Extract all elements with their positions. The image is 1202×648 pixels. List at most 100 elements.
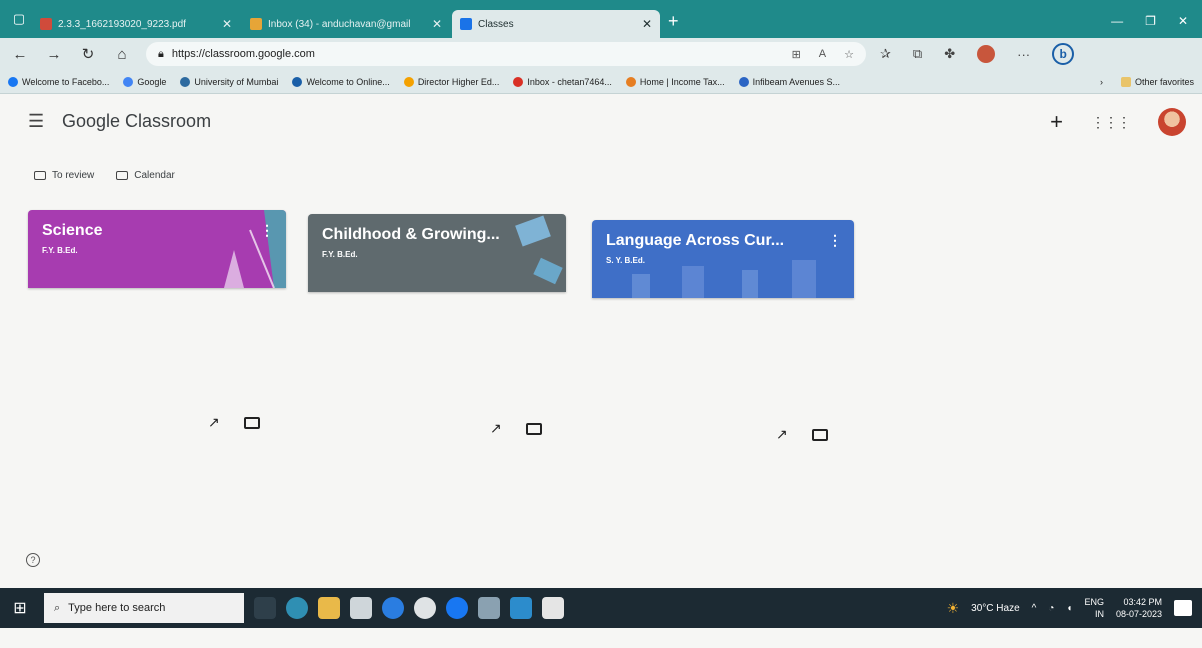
collections-icon[interactable]: ⧉ [913,46,922,62]
volume-icon[interactable]: ◖ [1066,603,1072,614]
toolbar-icons: ✰ ⧉ ✤ ··· b [880,43,1075,65]
favorites-icon[interactable]: ✰ [880,46,891,62]
tab-gmail[interactable]: Inbox (34) - anduchavan@gmail ✕ [242,10,450,38]
favorite-infibeam[interactable]: Infibeam Avenues S... [738,76,840,87]
address-bar[interactable]: 🔒︎ https://classroom.google.com ⊞ A ☆ [146,42,866,66]
home-icon[interactable]: ⌂ [112,46,132,63]
favorite-director[interactable]: Director Higher Ed... [403,76,499,87]
favorite-inbox[interactable]: Inbox - chetan7464... [513,76,612,87]
facebook-icon [8,76,18,87]
taskbar: ⊞ ⌕ Type here to search ☀ 30°C Haze ^ ◔ … [0,588,1202,628]
language-indicator[interactable]: ENG IN [1084,596,1104,620]
close-icon[interactable]: ✕ [432,17,442,31]
favorite-label: University of Mumbai [194,76,279,87]
class-title: Science [42,222,103,239]
classroom-icon [460,18,472,30]
task-view-icon[interactable] [254,597,276,619]
card-footer: ↗ [776,426,828,443]
class-card-childhood[interactable]: Childhood & Growing... F.Y. B.Ed. [308,214,566,292]
window-controls: — ❐ ✕ [1111,14,1202,28]
add-class-button[interactable]: + [1050,109,1063,135]
menu-icon[interactable]: ☰ [28,111,52,132]
windows-start-icon[interactable]: ⊞ [6,594,34,622]
app-icon[interactable] [478,597,500,619]
classroom-subnav: To review Calendar [34,170,175,181]
close-icon[interactable]: ✕ [642,17,652,31]
app-install-icon[interactable]: ⊞ [792,48,801,61]
class-section: F.Y. B.Ed. [322,250,358,259]
close-icon[interactable]: ✕ [222,17,232,31]
minimize-icon[interactable]: — [1111,14,1123,28]
media-player-icon[interactable] [382,597,404,619]
favorite-label: Welcome to Facebo... [22,76,110,87]
network-icon[interactable]: ◔ [1048,603,1054,614]
favorite-mumbai[interactable]: University of Mumbai [180,76,279,87]
tab-pdf[interactable]: 2.3.3_1662193020_9223.pdf ✕ [32,10,240,38]
star-icon[interactable]: ☆ [844,48,854,61]
folder-icon[interactable] [243,416,260,429]
more-icon[interactable]: ··· [1017,47,1030,62]
other-favorites[interactable]: Other favorites [1120,76,1194,87]
tab-actions-icon[interactable]: ▢ [6,6,32,32]
photos-icon[interactable] [510,597,532,619]
calendar-link[interactable]: Calendar [116,170,175,181]
read-aloud-icon[interactable]: A [819,48,826,61]
favorite-facebook[interactable]: Welcome to Facebo... [8,76,110,87]
chevron-up-icon[interactable]: ^ [1032,603,1037,614]
gmail-icon[interactable] [542,597,564,619]
profile-icon[interactable] [977,45,996,63]
favorites-bar: Welcome to Facebo... Google University o… [0,70,1202,94]
class-card-language[interactable]: Language Across Cur... S. Y. B.Ed. ⋮ [592,220,854,298]
calendar-icon [116,171,129,180]
notifications-icon[interactable] [1174,600,1192,616]
extensions-icon[interactable]: ✤ [944,46,955,62]
taskbar-search[interactable]: ⌕ Type here to search [44,593,244,623]
file-explorer-icon[interactable] [318,597,340,619]
lock-icon: 🔒︎ [158,47,164,60]
site-icon [738,76,749,87]
weather-text[interactable]: 30°C Haze [971,603,1019,614]
trending-icon[interactable]: ↗ [776,426,788,443]
other-favorites-label: Other favorites [1134,76,1194,87]
refresh-icon[interactable]: ↻ [78,45,98,63]
bing-icon[interactable]: b [1052,43,1075,65]
tab-title: 2.3.3_1662193020_9223.pdf [58,18,186,30]
address-row: ← → ↻ ⌂ 🔒︎ https://classroom.google.com … [0,38,1202,70]
forward-icon[interactable]: → [44,46,64,63]
more-vert-icon[interactable]: ⋮ [260,222,274,239]
folder-icon[interactable] [811,428,828,441]
favorite-label: Welcome to Online... [306,76,390,87]
back-icon[interactable]: ← [10,46,30,63]
google-icon [123,76,134,87]
chrome-icon[interactable] [414,597,436,619]
favorite-online[interactable]: Welcome to Online... [292,76,390,87]
class-title: Childhood & Growing... [322,226,500,243]
favorite-label: Home | Income Tax... [639,76,725,87]
classroom-header: ☰ Google Classroom + ⋮⋮⋮ [0,96,1202,146]
store-icon[interactable] [350,597,372,619]
new-tab-button[interactable]: + [668,11,679,32]
close-window-icon[interactable]: ✕ [1178,14,1188,28]
folder-icon[interactable] [525,422,542,435]
facebook-icon[interactable] [446,597,468,619]
to-review-link[interactable]: To review [34,170,94,181]
search-placeholder: Type here to search [68,602,166,614]
class-card-science[interactable]: Science F.Y. B.Ed. ⋮ [28,210,286,288]
gmail-icon [250,18,262,30]
clock[interactable]: 03:42 PM 08-07-2023 [1116,596,1162,620]
more-vert-icon[interactable]: ⋮ [828,232,842,249]
favorite-incometax[interactable]: Home | Income Tax... [625,76,725,87]
class-section: S. Y. B.Ed. [606,256,645,265]
app-logo[interactable]: Google Classroom [62,111,211,132]
trending-icon[interactable]: ↗ [490,420,502,437]
chevron-right-icon[interactable]: › [1100,77,1103,87]
trending-icon[interactable]: ↗ [208,414,220,431]
avatar[interactable] [1158,108,1186,136]
university-icon [180,76,191,87]
help-icon[interactable]: ? [26,553,40,567]
edge-icon[interactable] [286,597,308,619]
tab-classes[interactable]: Classes ✕ [452,10,660,38]
restore-icon[interactable]: ❐ [1145,14,1156,28]
favorite-google[interactable]: Google [123,76,166,87]
apps-grid-icon[interactable]: ⋮⋮⋮ [1091,114,1131,131]
